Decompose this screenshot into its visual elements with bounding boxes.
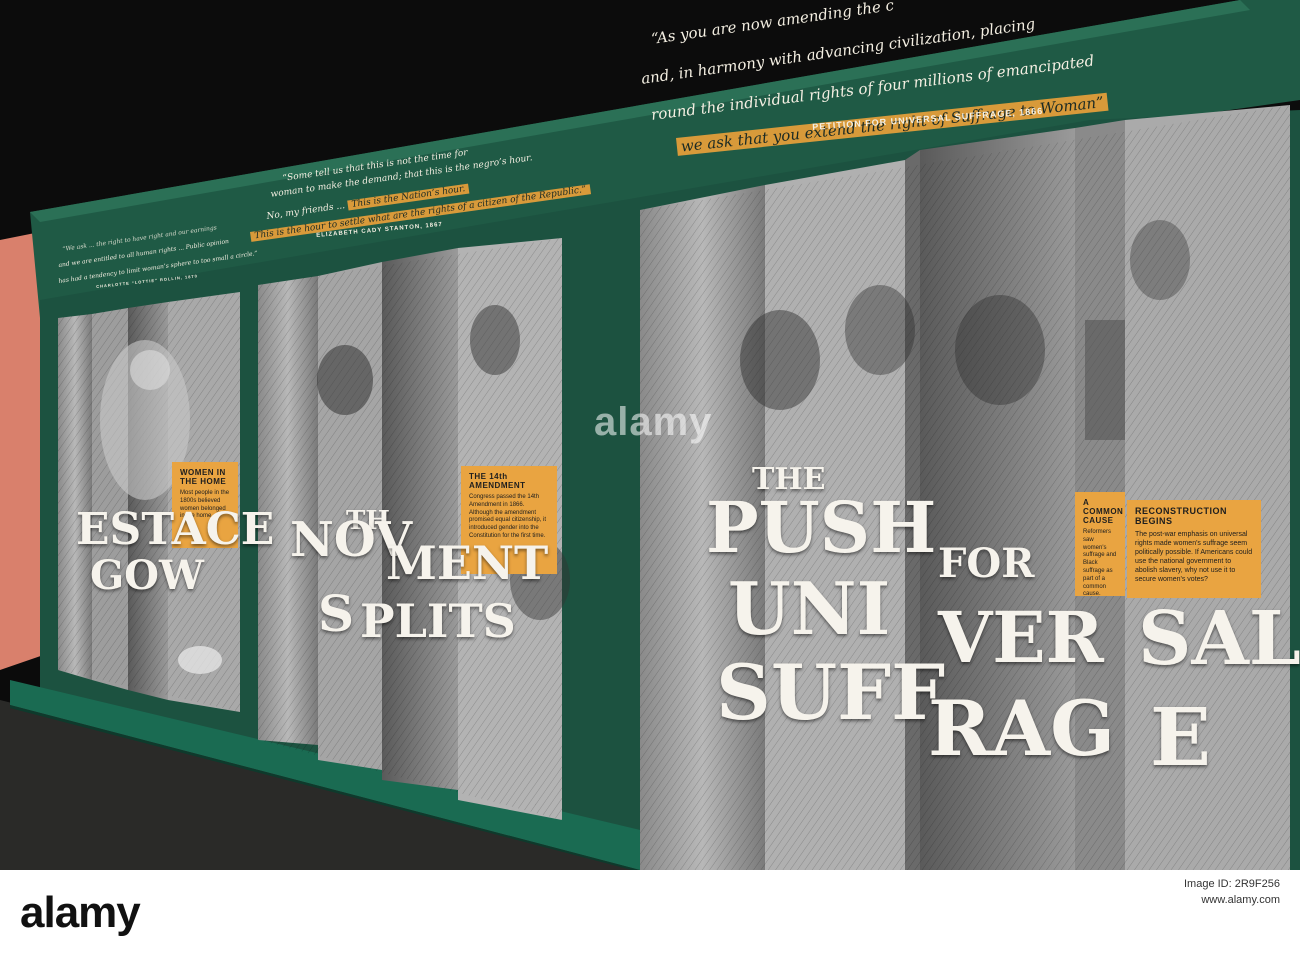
footer-bar: alamy Image ID: 2R9F256 www.alamy.com bbox=[0, 870, 1300, 956]
headline-rag: RAG bbox=[928, 684, 1116, 773]
label-common-cause-title: A COMMON CAUSE bbox=[1083, 498, 1124, 525]
label-common-cause: A COMMON CAUSE Reformers saw women's suf… bbox=[1075, 492, 1125, 598]
headline-plits: PLITS bbox=[360, 594, 516, 648]
headline-uni: UNI bbox=[728, 566, 891, 651]
label-women-in-home-title: WOMEN IN THE HOME bbox=[180, 468, 227, 486]
image-id: Image ID: 2R9F256 www.alamy.com bbox=[1184, 876, 1280, 908]
label-reconstruction: RECONSTRUCTION BEGINS The post-war empha… bbox=[1127, 500, 1261, 598]
watermark: alamy bbox=[594, 400, 713, 444]
headline-ver: VER bbox=[938, 596, 1104, 679]
headline-sal: SAL bbox=[1138, 596, 1300, 682]
label-reconstruction-body: The post-war emphasis on universal right… bbox=[1135, 531, 1253, 584]
headline-estace: ESTACE bbox=[76, 504, 275, 555]
image-id-label: Image ID: 2R9F256 bbox=[1184, 878, 1280, 890]
label-14th-amendment-body: Congress passed the 14th Amendment in 18… bbox=[469, 494, 547, 539]
label-14th-amendment-title: THE 14th AMENDMENT bbox=[469, 472, 526, 490]
image-url: www.alamy.com bbox=[1201, 894, 1280, 906]
alamy-logo: alamy bbox=[20, 888, 141, 937]
headline-ment: MENT bbox=[386, 536, 549, 590]
label-reconstruction-title: RECONSTRUCTION BEGINS bbox=[1135, 506, 1227, 526]
headline-suff: SUFF bbox=[716, 648, 946, 737]
headline-e: E bbox=[1150, 690, 1211, 784]
headline-push: PUSH bbox=[706, 486, 937, 569]
label-common-cause-body: Reformers saw women's suffrage and Black… bbox=[1083, 529, 1117, 598]
headline-for: FOR bbox=[938, 540, 1035, 587]
headline-gow: GOW bbox=[90, 552, 204, 599]
headline-s: S bbox=[318, 584, 355, 643]
